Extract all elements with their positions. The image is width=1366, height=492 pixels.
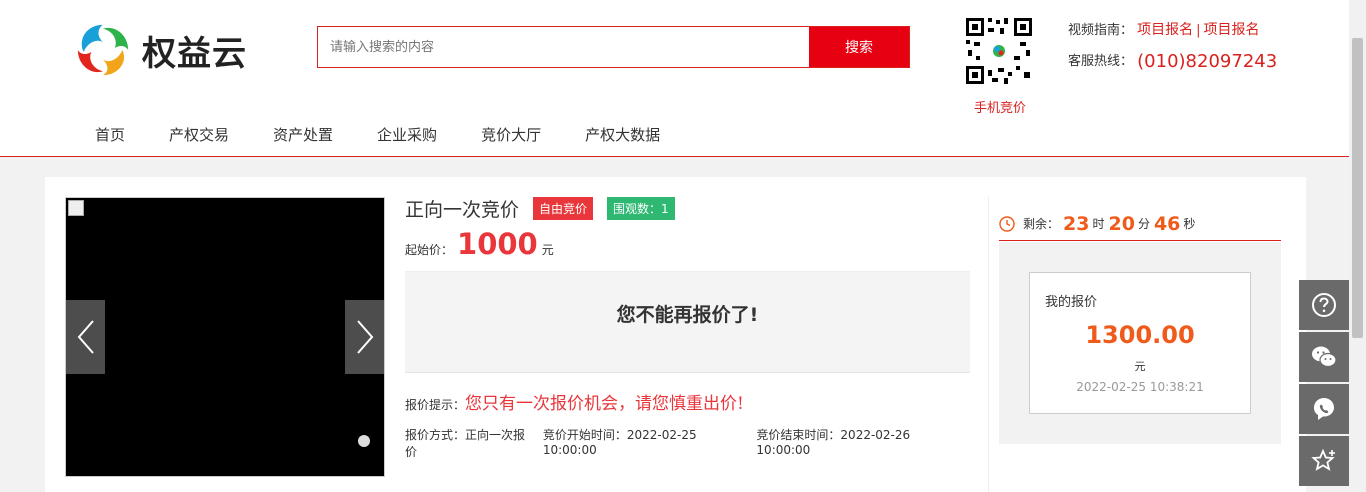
project-signup-link-1[interactable]: 项目报名 [1137, 22, 1193, 38]
hint-text: 您只有一次报价机会，请您慎重出价! [465, 394, 744, 414]
gallery-next-button[interactable] [345, 300, 384, 374]
hotline-number: (010)82097243 [1137, 51, 1278, 72]
nav-item-home[interactable]: 首页 [73, 118, 147, 151]
auction-info: 正向一次竞价 自由竞价 围观数：1 起始价： 1000 元 您不能再报价了! 报… [405, 195, 970, 460]
guide-separator: | [1196, 23, 1201, 38]
watch-label: 围观数： [613, 201, 662, 216]
site-header: 权益云 搜索 手机竞价 视频指南： 项目报名|项目报名 客服热线： (010)8… [0, 0, 1366, 157]
logo-swirl-icon [75, 22, 131, 78]
phone-button[interactable] [1299, 384, 1349, 434]
my-bid-time: 2022-02-25 10:38:21 [1076, 380, 1204, 394]
my-bid-label: 我的报价 [1045, 295, 1098, 310]
nav-item-asset-disposal[interactable]: 资产处置 [251, 118, 355, 151]
video-guide-label: 视频指南： [1068, 23, 1134, 38]
column-divider [988, 197, 989, 492]
nav-item-property-trading[interactable]: 产权交易 [147, 118, 251, 151]
watch-count-badge: 围观数：1 [607, 196, 675, 220]
hint-label: 报价提示： [405, 398, 466, 412]
image-gallery [65, 197, 385, 477]
auction-detail: 正向一次竞价 自由竞价 围观数：1 起始价： 1000 元 您不能再报价了! 报… [45, 177, 1306, 492]
my-bid-unit: 元 [1134, 360, 1146, 373]
countdown-hours-unit: 时 [1092, 217, 1105, 231]
logo-text: 权益云 [142, 33, 247, 74]
my-bid-panel: 我的报价 1300.00 元 2022-02-25 10:38:21 [999, 242, 1281, 444]
nav-item-auction-hall[interactable]: 竞价大厅 [459, 118, 563, 151]
start-price-label: 起始价： [405, 243, 454, 257]
search-input[interactable] [318, 27, 809, 67]
countdown-seconds-unit: 秒 [1183, 217, 1196, 231]
nav-item-big-data[interactable]: 产权大数据 [563, 118, 682, 151]
watch-count: 1 [661, 201, 669, 216]
help-icon [1312, 293, 1336, 317]
chevron-right-icon [356, 320, 373, 354]
wechat-icon [1312, 346, 1337, 368]
gallery-prev-button[interactable] [66, 300, 105, 374]
project-signup-link-2[interactable]: 项目报名 [1204, 22, 1260, 38]
bid-method: 报价方式：正向一次报价 [405, 428, 526, 459]
broken-image-icon [68, 200, 84, 216]
side-toolbar [1299, 280, 1349, 488]
qr-label: 手机竞价 [973, 101, 1026, 116]
start-price-unit: 元 [541, 243, 554, 257]
bid-closed-notice: 您不能再报价了! [616, 303, 759, 326]
search-button[interactable]: 搜索 [809, 27, 909, 67]
scrollbar-thumb[interactable] [1352, 38, 1363, 338]
logo[interactable]: 权益云 [74, 20, 274, 80]
start-time: 竞价开始时间：2022-02-25 10:00:00 [542, 428, 697, 457]
video-guide: 视频指南： 项目报名 | 项目报名 [1068, 19, 1260, 39]
auction-title: 正向一次竞价 [405, 198, 520, 221]
chevron-left-icon [77, 320, 94, 354]
phone-icon [1314, 398, 1334, 420]
gallery-dot[interactable] [358, 435, 370, 447]
favorite-icon [1311, 448, 1335, 471]
countdown-timer: 剩余： 23 时 20 分 46 秒 [999, 207, 1281, 241]
countdown-seconds: 46 [1153, 212, 1181, 235]
auction-type-badge: 自由竞价 [533, 196, 594, 220]
clock-icon [999, 215, 1015, 232]
countdown-hours: 23 [1063, 212, 1090, 235]
wechat-button[interactable] [1299, 332, 1349, 382]
countdown-label: 剩余： [1023, 217, 1060, 231]
search-bar: 搜索 [317, 26, 910, 68]
end-time: 竞价结束时间：2022-02-26 10:00:00 [756, 428, 911, 457]
customer-hotline: 客服热线： (010)82097243 [1068, 50, 1277, 72]
auction-meta: 报价方式：正向一次报价 竞价开始时间：2022-02-25 10:00:00 竞… [405, 426, 970, 460]
favorite-button[interactable] [1299, 436, 1349, 486]
qr-code-icon [964, 16, 1034, 86]
my-bid-card: 我的报价 1300.00 元 2022-02-25 10:38:21 [1029, 272, 1251, 414]
countdown-minutes: 20 [1108, 212, 1135, 235]
nav-item-procurement[interactable]: 企业采购 [355, 118, 459, 151]
my-bid-price: 1300.00 [1085, 321, 1195, 349]
bid-notice-box: 您不能再报价了! [405, 271, 970, 373]
main-nav: 首页 产权交易 资产处置 企业采购 竞价大厅 产权大数据 [73, 118, 682, 151]
start-price: 1000 [457, 227, 538, 261]
countdown-minutes-unit: 分 [1137, 217, 1150, 231]
page-scrollbar[interactable] [1349, 0, 1366, 492]
hotline-label: 客服热线： [1068, 54, 1134, 69]
help-button[interactable] [1299, 280, 1349, 330]
